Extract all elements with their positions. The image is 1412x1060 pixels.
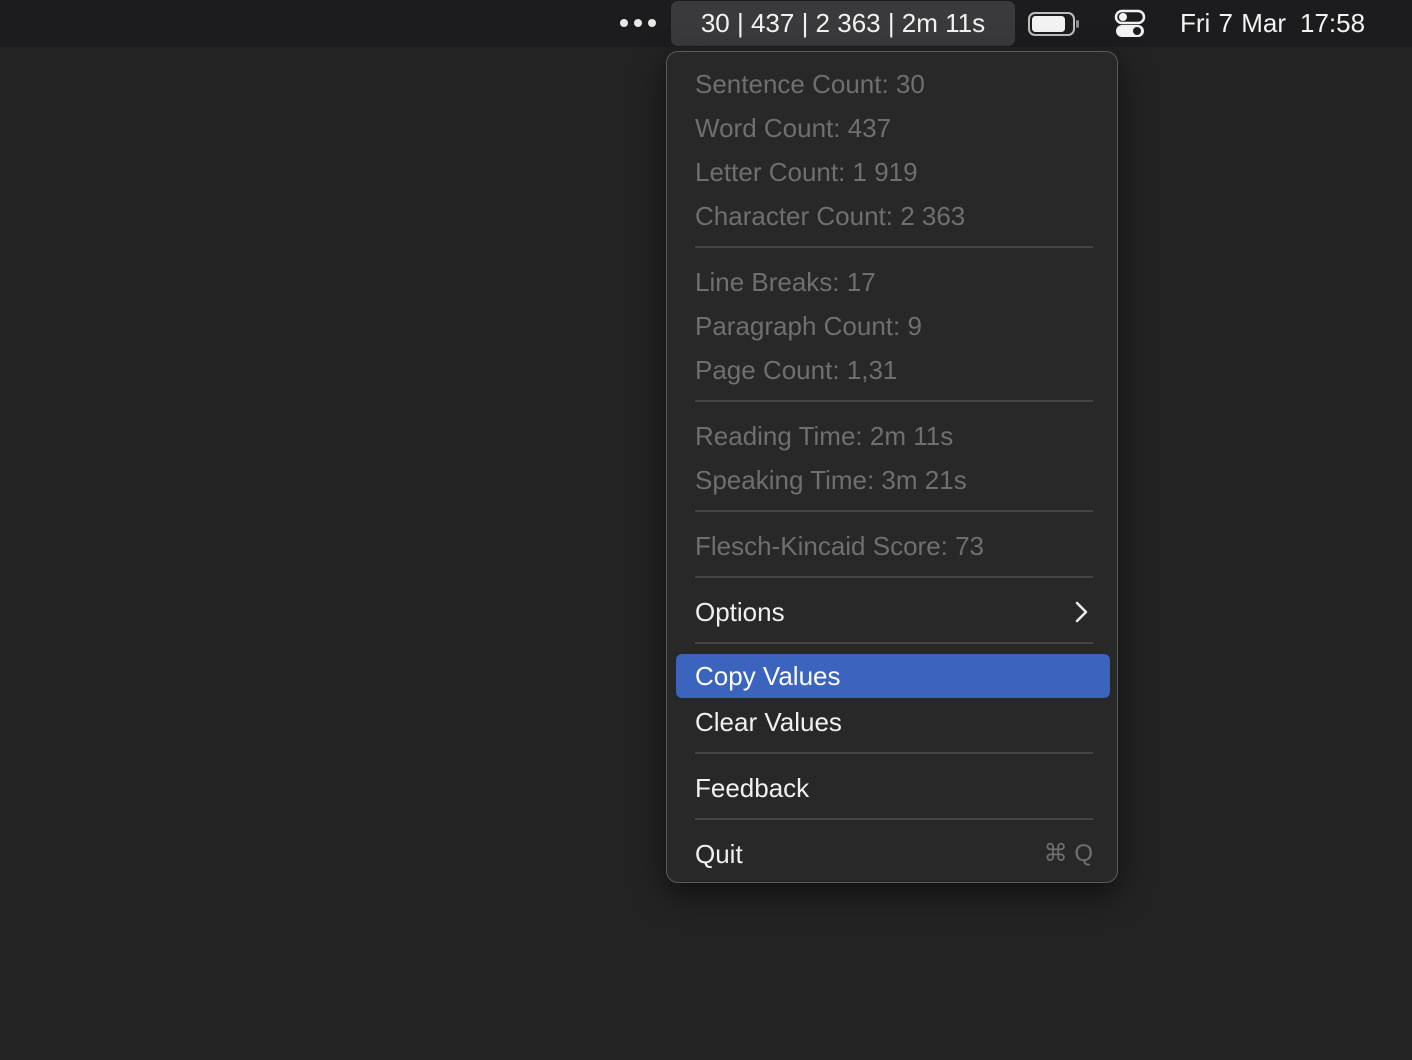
copy-values-label: Copy Values	[695, 661, 841, 691]
menu-item-character-count: Character Count: 2 363	[695, 201, 966, 231]
time-label: 17:58	[1300, 8, 1366, 38]
menu-separator	[695, 510, 1093, 512]
menu-item-letter-count: Letter Count: 1 919	[695, 157, 918, 187]
menu-item-paragraph-count: Paragraph Count: 9	[695, 311, 922, 341]
menu-separator	[695, 818, 1093, 820]
menu-item-page-count: Page Count: 1,31	[695, 355, 898, 385]
quit-shortcut: ⌘ Q	[1043, 840, 1093, 867]
menu-item-options[interactable]: Options	[695, 590, 785, 634]
menu-item-sentence-count: Sentence Count: 30	[695, 69, 925, 99]
menu-item-quit[interactable]: Quit	[695, 832, 743, 876]
clock[interactable]: Fri 7 Mar 17:58	[1180, 0, 1365, 47]
menu-item-flesch-kincaid-score: Flesch-Kincaid Score: 73	[695, 531, 985, 561]
menu-item-copy-values[interactable]: Copy Values	[676, 654, 1110, 698]
word-count-status-item[interactable]: 30 | 437 | 2 363 | 2m 11s	[671, 1, 1015, 46]
ellipsis-icon[interactable]	[620, 10, 656, 36]
menu-separator	[695, 246, 1093, 248]
menu-item-clear-values[interactable]: Clear Values	[695, 700, 842, 744]
menu-item-speaking-time: Speaking Time: 3m 21s	[695, 465, 967, 495]
menu-separator	[695, 576, 1093, 578]
menu-item-word-count: Word Count: 437	[695, 113, 892, 143]
control-center-icon[interactable]	[1114, 8, 1146, 40]
menu-item-line-breaks: Line Breaks: 17	[695, 267, 876, 297]
menu-separator	[695, 400, 1093, 402]
menu-separator	[695, 752, 1093, 754]
menu-bar: 30 | 437 | 2 363 | 2m 11s Fri 7 Mar 17:58	[0, 0, 1412, 47]
menu-separator	[695, 642, 1093, 644]
date-label: Fri 7 Mar	[1180, 8, 1286, 38]
menu-item-reading-time: Reading Time: 2m 11s	[695, 421, 954, 451]
chevron-right-icon	[1075, 601, 1088, 623]
battery-icon[interactable]	[1028, 12, 1080, 36]
menu-item-feedback[interactable]: Feedback	[695, 766, 809, 810]
dropdown-menu: Sentence Count: 30 Word Count: 437 Lette…	[666, 51, 1118, 883]
